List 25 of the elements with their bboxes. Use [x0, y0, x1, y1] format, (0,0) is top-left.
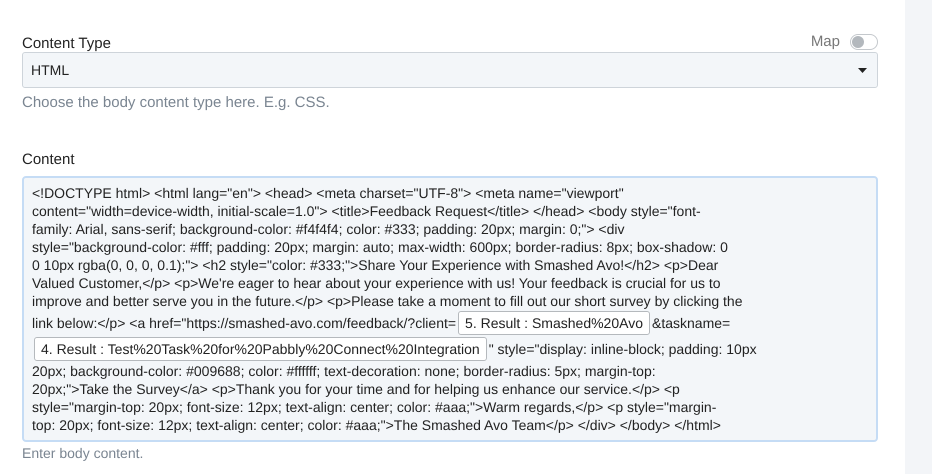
- field-label: Content Type: [22, 35, 111, 52]
- map-toggle[interactable]: [850, 34, 878, 50]
- code-text: link below:</p> <a href="https://smashed-avo.com/feedback/?client=: [32, 315, 456, 331]
- code-text: family: Arial, sans-serif; background-color: #f4f4f4; color: #333; padding: 20px; margin: 0;"> <div: [32, 221, 625, 237]
- content-type-select[interactable]: HTML: [22, 52, 878, 88]
- code-text: &taskname=: [652, 315, 730, 331]
- caret-icon: [858, 68, 867, 72]
- hint-text: Enter body content.: [22, 445, 144, 461]
- code-text: style="background-color: #fff; padding: 20px; margin: auto; max-width: 600px; border-radius: 8px; box-shadow: 0: [32, 239, 728, 255]
- code-text: top: 20px; font-size: 12px; text-align: center; color: #aaa;">The Smashed Avo Team</p> </div> </body> </html>: [32, 417, 721, 433]
- variable-token[interactable]: 5. Result : Smashed%20Avo: [458, 311, 650, 335]
- code-text: style="margin-top: 20px; font-size: 12px; text-align: center; color: #aaa;">Warm regards,</p> <p style="margin-: [32, 399, 716, 415]
- toggle-label: Map: [810, 33, 840, 50]
- hint-text: Choose the body content type here. E.g. CSS.: [22, 94, 331, 111]
- code-text: 0 10px rgba(0, 0, 0, 0.1);"> <h2 style="color: #333;">Share Your Experience with Smashed Avo!</h2> <p>Dear: [32, 257, 718, 273]
- code-text: improve and better serve you in the future.</p> <p>Please take a moment to fill out our short survey by clicking the: [32, 293, 742, 309]
- code-text: content="width=device-width, initial-scale=1.0"> <title>Feedback Request</title> </head> <body style="font-: [32, 203, 701, 219]
- code-text: Valued Customer,</p> <p>We're eager to hear about your experience with us! Your feedback is crucial for us to: [32, 275, 721, 291]
- code-text: 20px;">Take the Survey</a> <p>Thank you for your time and for helping us enhance our service.</p> <p: [32, 381, 680, 397]
- code-text: <!DOCTYPE html> <html lang="en"> <head> <meta charset="UTF-8"> <meta name="viewport": [32, 185, 624, 201]
- field-label: Content: [22, 151, 76, 168]
- code-text: " style="display: inline-block; padding: 10px: [488, 341, 757, 357]
- code-text: 20px; background-color: #009688; color: #ffffff; text-decoration: none; border-radius: 5px; margin-top:: [32, 363, 656, 379]
- content-editor[interactable]: [22, 176, 878, 442]
- variable-token[interactable]: 4. Result : Test%20Task%20for%20Pabbly%20Connect%20Integration: [34, 337, 487, 361]
